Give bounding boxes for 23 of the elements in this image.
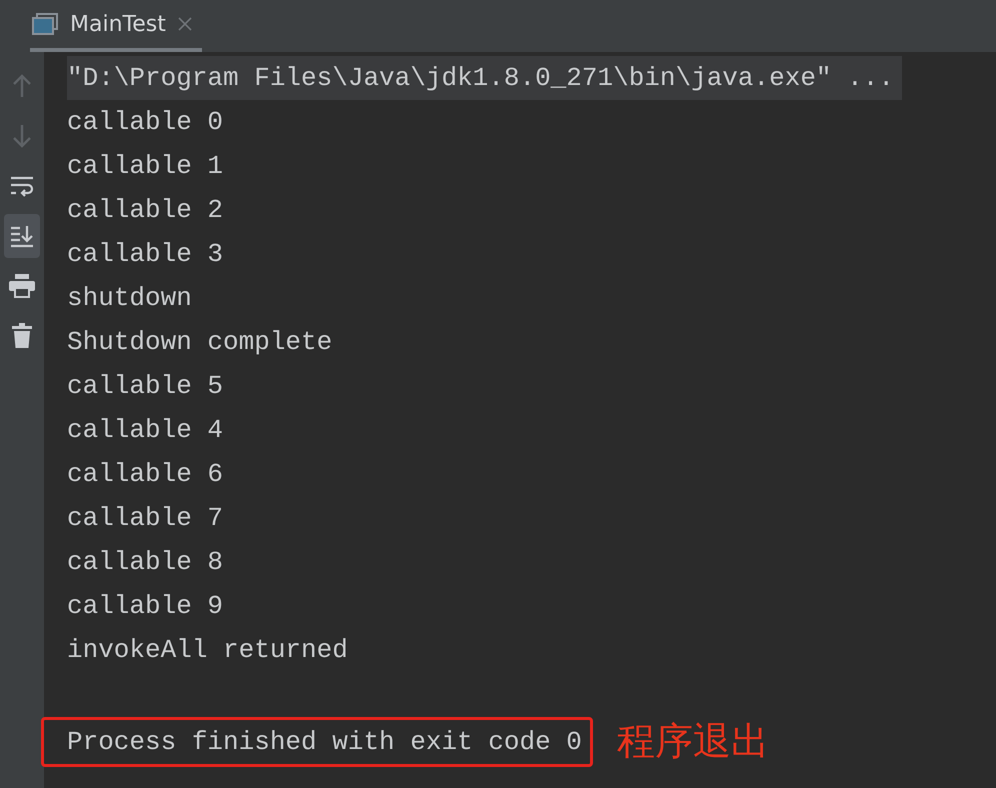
printer-icon (8, 273, 36, 299)
output-line: callable 9 (67, 590, 224, 623)
up-arrow-icon (11, 73, 33, 99)
output-line: callable 5 (67, 370, 224, 403)
output-line: Shutdown complete (67, 326, 332, 359)
exit-message: Process finished with exit code 0 (67, 726, 582, 756)
down-arrow-icon (11, 123, 33, 149)
output-line: callable 7 (67, 502, 224, 535)
annotation-label: 程序退出 (616, 718, 769, 765)
scroll-to-end-icon (9, 223, 35, 249)
window-icon (32, 13, 58, 35)
output-line: callable 4 (67, 414, 224, 447)
output-line: callable 6 (67, 458, 224, 491)
output-line: invokeAll returned (67, 634, 348, 667)
scroll-tool-button[interactable] (4, 214, 40, 258)
output-line: callable 2 (67, 194, 224, 227)
output-line: callable 0 (67, 106, 224, 139)
output-line: callable 1 (67, 150, 224, 183)
console-tab[interactable]: MainTest (30, 0, 202, 52)
output-line: shutdown (67, 282, 192, 315)
trash-icon (11, 323, 33, 349)
output-line: callable 8 (67, 546, 224, 579)
output-line: callable 3 (67, 238, 224, 271)
